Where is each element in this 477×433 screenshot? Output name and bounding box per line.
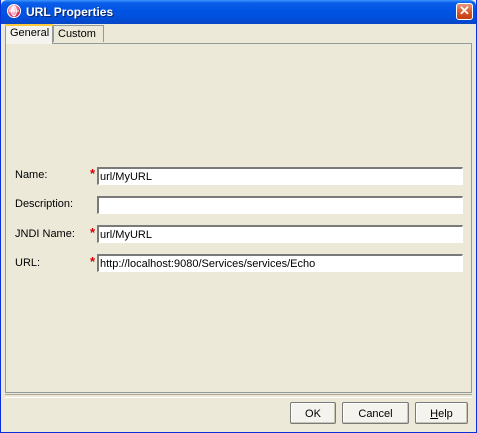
- name-required-marker: *: [90, 166, 96, 181]
- help-mnemonic: H: [430, 408, 439, 420]
- cancel-button[interactable]: Cancel: [342, 402, 409, 424]
- tab-general[interactable]: General: [5, 24, 53, 44]
- general-tab-panel: Name: * Description: JNDI Name: * URL: *: [5, 43, 472, 393]
- button-separator: [5, 394, 472, 398]
- description-field[interactable]: [97, 196, 463, 214]
- url-field[interactable]: [97, 254, 463, 272]
- name-label: Name:: [15, 169, 48, 181]
- help-button[interactable]: Help: [415, 402, 468, 424]
- url-properties-dialog: URL Properties ✕ General Custom Name: * …: [0, 0, 477, 433]
- url-label: URL:: [15, 257, 41, 269]
- url-required-marker: *: [90, 254, 96, 269]
- tab-custom[interactable]: Custom: [53, 25, 104, 42]
- ok-button[interactable]: OK: [290, 402, 336, 424]
- description-label: Description:: [15, 198, 74, 210]
- globe-icon: [7, 4, 21, 18]
- window-title: URL Properties: [26, 5, 114, 19]
- close-icon: ✕: [459, 3, 470, 18]
- jndi-name-label: JNDI Name:: [15, 228, 75, 240]
- jndi-name-field[interactable]: [97, 225, 463, 243]
- title-bar[interactable]: URL Properties ✕: [1, 0, 476, 24]
- close-button[interactable]: ✕: [456, 3, 473, 20]
- help-label-rest: elp: [438, 408, 453, 420]
- jndi-name-required-marker: *: [90, 225, 96, 240]
- name-field[interactable]: [97, 167, 463, 185]
